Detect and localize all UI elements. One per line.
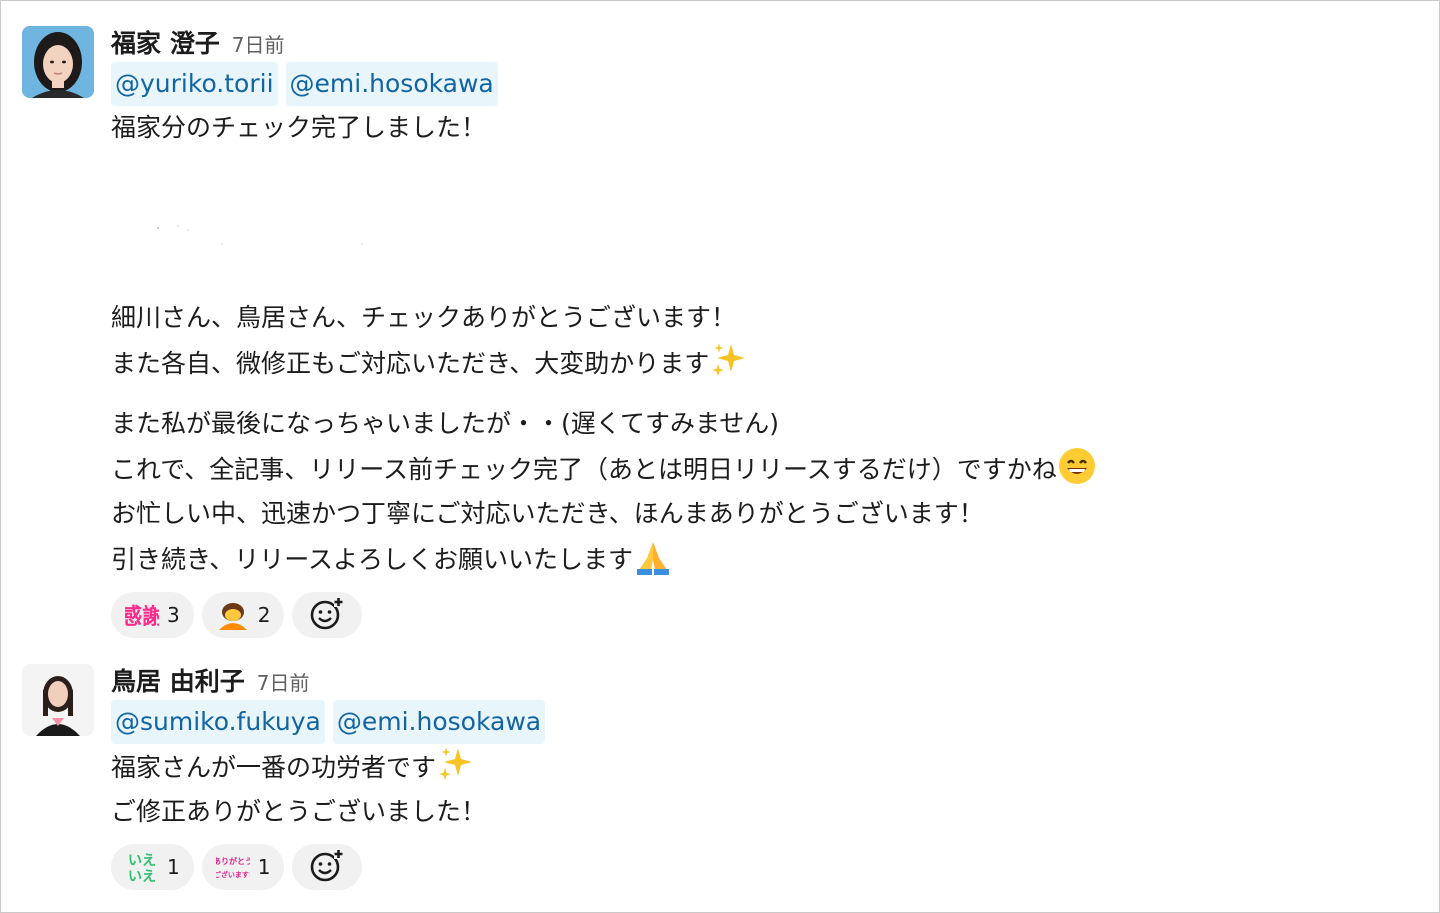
add-emoji-icon xyxy=(309,847,345,887)
user-mention[interactable]: @emi.hosokawa xyxy=(332,700,546,744)
message-header: 鳥居 由利子 7日前 xyxy=(111,662,1420,696)
author-name[interactable]: 鳥居 由利子 xyxy=(111,662,245,698)
add-reaction-button[interactable] xyxy=(292,844,363,890)
reaction-count: 2 xyxy=(257,603,271,627)
svg-text:いえ: いえ xyxy=(128,853,156,869)
svg-text:いえ: いえ xyxy=(128,869,156,884)
reaction-count: 1 xyxy=(257,855,271,879)
message-text-line: 福家さんが一番の功労者です xyxy=(111,744,1420,790)
arigatou-stamp: ありがとう ございます! xyxy=(213,850,253,884)
avatar[interactable] xyxy=(22,26,94,98)
mentions: @yuriko.torii @emi.hosokawa xyxy=(111,62,1420,106)
avatar[interactable] xyxy=(22,664,94,736)
message-text-line: これで、全記事、リリース前チェック完了（あとは明日リリースするだけ）ですかね xyxy=(111,446,1420,492)
user-mention[interactable]: @yuriko.torii xyxy=(111,62,278,106)
image-placeholder xyxy=(157,225,363,245)
message-text: 引き続き、リリースよろしくお願いいたします xyxy=(111,545,634,574)
reaction-bow[interactable]: 2 xyxy=(201,592,285,638)
svg-text:ございます!: ございます! xyxy=(216,870,250,879)
svg-text:感謝: 感謝 xyxy=(125,604,159,630)
message-header: 福家 澄子 7日前 xyxy=(111,24,1420,58)
reaction-kansha[interactable]: 感謝 3 xyxy=(111,592,194,638)
sparkles-icon xyxy=(709,340,749,380)
message-text: また各自、微修正もご対応いただき、大変助かります xyxy=(111,349,710,378)
reactions: 感謝 3 2 xyxy=(111,592,1420,638)
message-text: 福家さんが一番の功労者です xyxy=(111,753,437,782)
reactions: いえ いえ 1 ありがとう ございます! 1 xyxy=(111,844,1420,890)
iie-iie-stamp: いえ いえ xyxy=(125,850,159,885)
message-text-line: 引き続き、リリースよろしくお願いいたします xyxy=(111,536,1420,582)
bowing-person-icon xyxy=(216,598,250,632)
folded-hands-icon xyxy=(633,536,673,576)
message-text-line: また私が最後になっちゃいましたが・・(遅くてすみません) xyxy=(111,409,780,438)
reaction-count: 3 xyxy=(167,603,180,627)
add-reaction-button[interactable] xyxy=(292,592,363,638)
message-text: これで、全記事、リリース前チェック完了（あとは明日リリースするだけ）ですかね xyxy=(111,455,1057,484)
author-name[interactable]: 福家 澄子 xyxy=(111,24,220,60)
message-text-line: ご修正ありがとうございました！ xyxy=(111,797,487,826)
grinning-face-icon xyxy=(1057,446,1097,486)
sparkles-icon xyxy=(436,744,476,784)
user-mention[interactable]: @sumiko.fukuya xyxy=(111,700,325,744)
message-text-line: 細川さん、鳥居さん、チェックありがとうございます！ xyxy=(111,303,737,332)
add-emoji-icon xyxy=(309,595,345,635)
reaction-count: 1 xyxy=(167,855,180,879)
kansha-stamp: 感謝 xyxy=(120,598,164,632)
message-text-line: 福家分のチェック完了しました！ xyxy=(111,113,487,142)
message-text-line: また各自、微修正もご対応いただき、大変助かります xyxy=(111,340,1420,386)
svg-text:ありがとう: ありがとう xyxy=(216,856,250,866)
user-mention[interactable]: @emi.hosokawa xyxy=(285,62,498,106)
mentions: @sumiko.fukuya @emi.hosokawa xyxy=(111,700,1420,744)
reaction-arigatou[interactable]: ありがとう ございます! 1 xyxy=(201,844,285,890)
message-text-line: お忙しい中、迅速かつ丁寧にご対応いただき、ほんまありがとうございます！ xyxy=(111,499,984,528)
timestamp[interactable]: 7日前 xyxy=(257,667,310,696)
reaction-iie[interactable]: いえ いえ 1 xyxy=(111,844,194,890)
timestamp[interactable]: 7日前 xyxy=(232,29,285,58)
